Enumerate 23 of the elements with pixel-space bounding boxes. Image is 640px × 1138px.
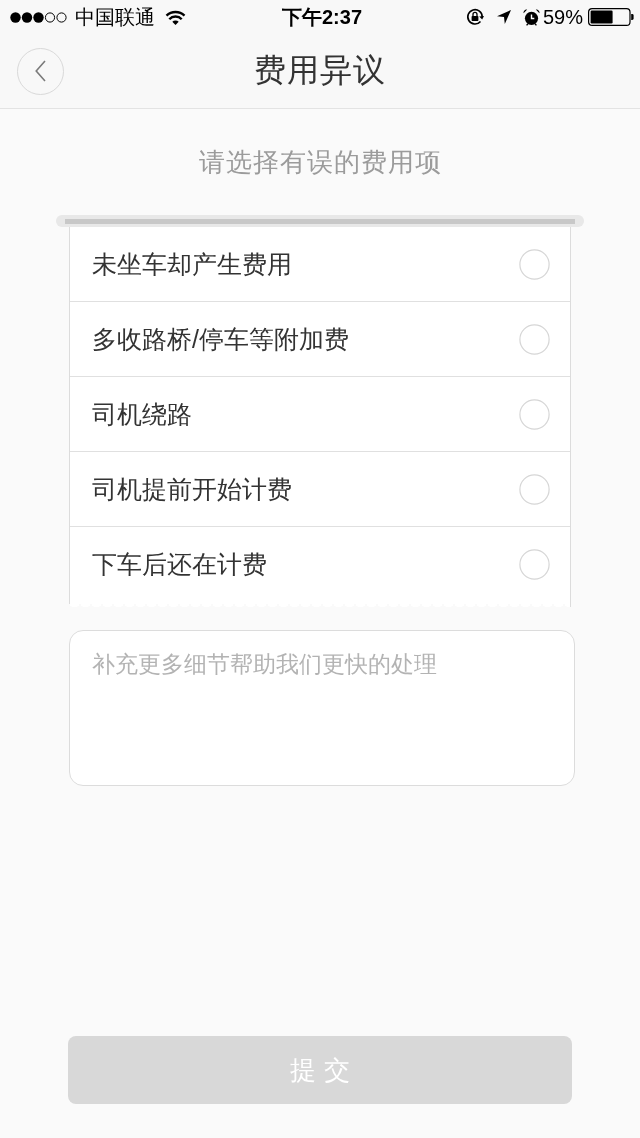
- radio-icon[interactable]: [519, 248, 550, 280]
- radio-icon[interactable]: [519, 549, 550, 580]
- page-title: 费用异议: [254, 51, 386, 90]
- fee-option[interactable]: 未坐车却产生费用: [70, 227, 570, 302]
- radio-icon[interactable]: [519, 398, 550, 430]
- fee-option[interactable]: 多收路桥/停车等附加费: [70, 302, 570, 377]
- alarm-clock-icon: [522, 8, 540, 26]
- wifi-icon: [165, 9, 186, 25]
- note-field[interactable]: 补充更多细节帮助我们更快的处理: [69, 630, 575, 786]
- status-time: 下午2:37: [282, 4, 362, 30]
- chevron-left-icon: [35, 60, 46, 82]
- carrier-name: 中国联通: [75, 4, 155, 30]
- rotation-lock-icon: [465, 8, 484, 26]
- fee-option[interactable]: 下车后还在计费: [70, 527, 570, 602]
- fee-option[interactable]: 司机绕路: [70, 377, 570, 452]
- fee-option[interactable]: 司机提前开始计费: [70, 452, 570, 527]
- prompt-text: 请选择有误的费用项: [198, 147, 442, 177]
- location-arrow-icon: [496, 10, 511, 24]
- battery-percentage: 59%: [542, 5, 583, 29]
- signal-strength-icon: [10, 11, 67, 23]
- radio-icon[interactable]: [519, 473, 550, 505]
- radio-icon[interactable]: [519, 323, 550, 355]
- battery-icon: [588, 8, 634, 26]
